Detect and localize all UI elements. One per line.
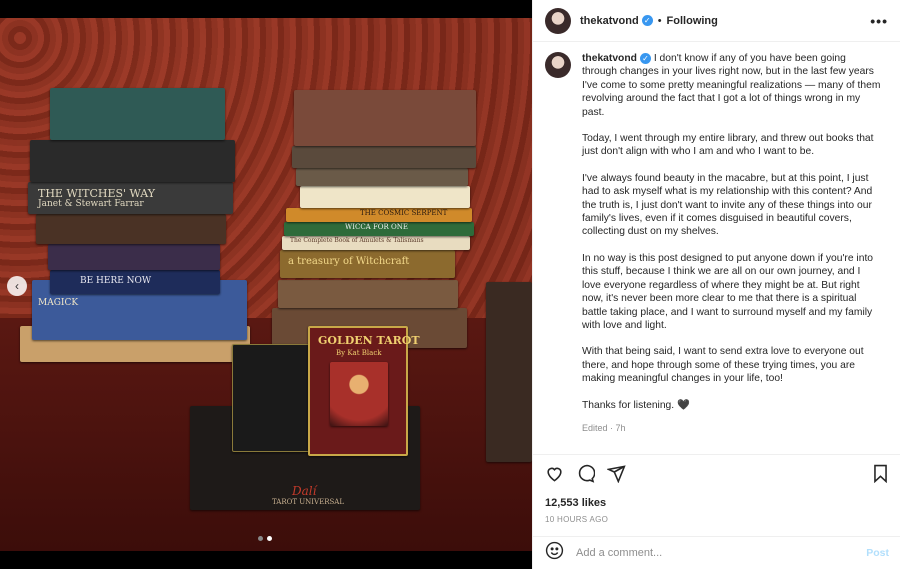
edited-timestamp: Edited · 7h bbox=[582, 422, 626, 433]
caption-section: thekatvond ✓ I don't know if any of you h… bbox=[533, 42, 900, 454]
caption-avatar[interactable] bbox=[545, 52, 571, 78]
tarot-deck-box bbox=[232, 344, 320, 452]
tarot-card-art bbox=[330, 362, 388, 426]
book-spine bbox=[296, 168, 468, 186]
post-side-panel: thekatvond ✓ • Following ••• thekatvond ✓… bbox=[532, 0, 900, 569]
caption-paragraph: Thanks for listening. 🖤 bbox=[582, 399, 690, 411]
avatar[interactable] bbox=[545, 7, 571, 34]
book-spine bbox=[300, 186, 470, 208]
carousel-dot-active bbox=[267, 536, 272, 541]
like-count[interactable]: 12,553 likes bbox=[545, 497, 889, 509]
box-title: TAROT UNIVERSAL bbox=[272, 498, 344, 506]
book-title: Janet & Stewart Farrar bbox=[38, 199, 144, 209]
separator-dot: • bbox=[657, 14, 662, 27]
verified-badge-icon: ✓ bbox=[641, 15, 653, 26]
book-title: THE COSMIC SERPENT bbox=[360, 209, 448, 217]
carousel-prev-button[interactable]: ‹ bbox=[7, 276, 27, 296]
book-spine bbox=[30, 140, 235, 182]
book-title: MAGICK bbox=[38, 298, 79, 308]
book-spine bbox=[50, 88, 225, 140]
book-spine bbox=[48, 244, 220, 270]
box-title: Dalí bbox=[292, 484, 317, 498]
caption-username[interactable]: thekatvond bbox=[582, 53, 637, 64]
post-comment-button[interactable]: Post bbox=[866, 547, 889, 559]
emoji-icon[interactable] bbox=[545, 541, 564, 565]
post-timestamp: 10 HOURS AGO bbox=[545, 515, 609, 524]
share-icon[interactable] bbox=[605, 464, 626, 486]
comment-bar: Post bbox=[533, 536, 900, 569]
carousel-dot bbox=[258, 536, 263, 541]
book-spine bbox=[486, 282, 532, 462]
book-spine bbox=[292, 146, 476, 168]
post-header: thekatvond ✓ • Following ••• bbox=[533, 0, 900, 42]
following-button[interactable]: Following bbox=[667, 15, 718, 27]
caption-paragraph: Today, I went through my entire library,… bbox=[582, 133, 874, 158]
header-username[interactable]: thekatvond bbox=[580, 15, 639, 27]
bookmark-icon[interactable] bbox=[872, 464, 889, 486]
post-media: MAGICK BE HERE NOW THE WITCHES' WAY Jane… bbox=[0, 0, 532, 569]
book-title: a treasury of Witchcraft bbox=[288, 256, 410, 267]
box-title: By Kat Black bbox=[336, 349, 382, 357]
carousel-indicator bbox=[258, 536, 272, 541]
comment-icon[interactable] bbox=[576, 464, 596, 486]
caption-paragraph: With that being said, I want to send ext… bbox=[582, 346, 864, 385]
book-spine bbox=[278, 280, 458, 308]
book-title: The Complete Book of Amulets & Talismans bbox=[290, 237, 424, 244]
more-options-icon[interactable]: ••• bbox=[870, 13, 888, 29]
chevron-left-icon: ‹ bbox=[15, 279, 19, 293]
box-title: GOLDEN TAROT bbox=[318, 334, 420, 347]
caption-paragraph: I've always found beauty in the macabre,… bbox=[582, 172, 873, 238]
book-spine bbox=[36, 214, 226, 244]
verified-badge-icon: ✓ bbox=[639, 53, 651, 65]
action-bar: 12,553 likes 10 HOURS AGO bbox=[533, 454, 900, 524]
book-spine bbox=[294, 90, 476, 146]
caption-paragraph: In no way is this post designed to put a… bbox=[582, 252, 874, 331]
post-photo: MAGICK BE HERE NOW THE WITCHES' WAY Jane… bbox=[0, 18, 532, 551]
heart-icon[interactable] bbox=[545, 464, 564, 486]
book-title: WICCA FOR ONE bbox=[345, 223, 409, 231]
caption-text: thekatvond ✓ I don't know if any of you h… bbox=[582, 52, 882, 435]
book-title: BE HERE NOW bbox=[80, 276, 152, 286]
comment-input[interactable] bbox=[576, 547, 867, 559]
